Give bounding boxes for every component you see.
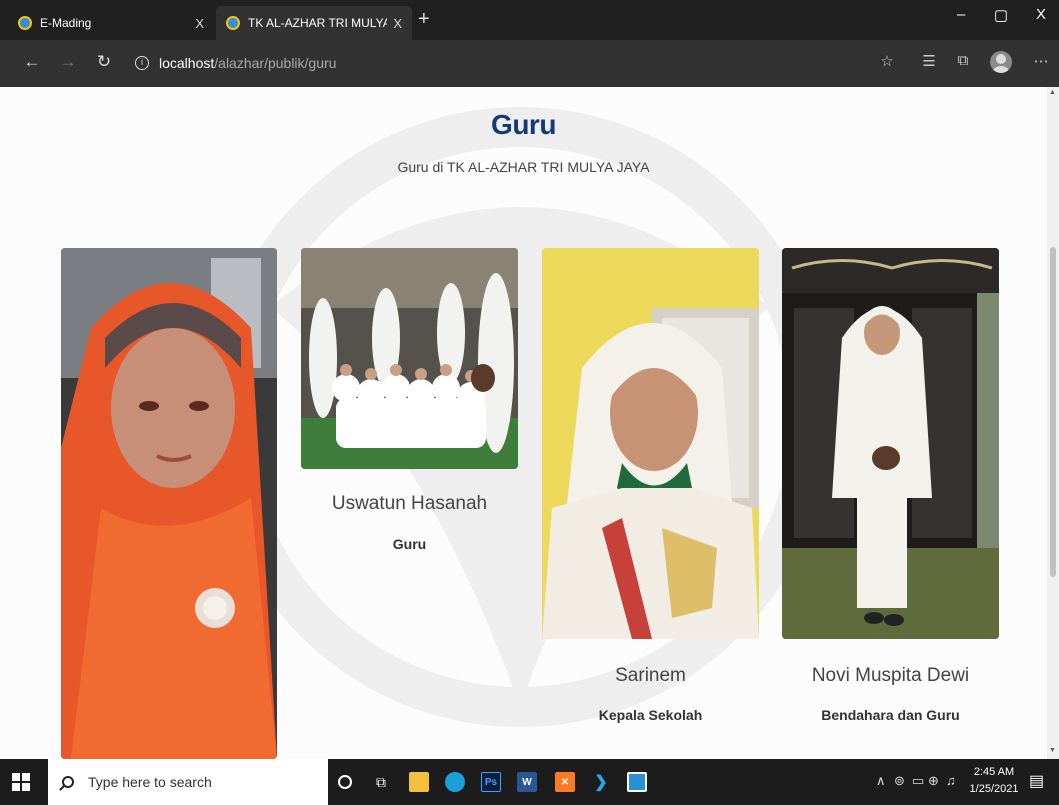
- page-scrollbar[interactable]: ▲ ▼: [1047, 87, 1059, 759]
- favorites-list-icon[interactable]: ☰: [918, 52, 940, 70]
- xampp-icon[interactable]: ✕: [550, 767, 580, 797]
- close-window-icon[interactable]: X: [1026, 6, 1056, 23]
- tray-language-icon[interactable]: ⊕: [928, 773, 939, 789]
- address-bar[interactable]: i localhost/alazhar/publik/guru: [125, 48, 895, 78]
- tray-battery-icon[interactable]: ▭: [912, 773, 924, 789]
- image-viewer-icon[interactable]: [622, 767, 652, 797]
- woman-white-hijab-kaaba-replica: [782, 248, 999, 639]
- tab-title: TK AL-AZHAR TRI MULYA JAYA: [248, 16, 388, 30]
- teacher-role: Kepala Sekolah: [598, 707, 703, 723]
- taskbar-clock[interactable]: 2:45 AM 1/25/2021: [964, 764, 1024, 798]
- refresh-icon[interactable]: ↻: [92, 52, 116, 72]
- page-title: Guru: [491, 109, 556, 140]
- teacher-name: Uswatun Hasanah: [331, 493, 488, 514]
- scroll-up-icon[interactable]: ▲: [1049, 89, 1056, 96]
- vscode-icon[interactable]: ❯: [586, 767, 616, 797]
- info-icon[interactable]: i: [135, 56, 149, 70]
- woman-orange-hijab-photo: [61, 248, 277, 759]
- school-logo-icon: [18, 16, 32, 30]
- clock-date: 1/25/2021: [969, 783, 1019, 795]
- scrollbar-thumb[interactable]: [1050, 247, 1056, 577]
- teacher-photo[interactable]: [61, 248, 277, 759]
- tab-tk-al-azhar[interactable]: TK AL-AZHAR TRI MULYA JAYA X: [216, 6, 412, 40]
- maximize-icon[interactable]: ▢: [986, 6, 1016, 24]
- tab-close-icon[interactable]: X: [195, 16, 204, 31]
- forward-icon[interactable]: →: [56, 52, 80, 72]
- tray-chevron-icon[interactable]: ∧: [876, 773, 886, 789]
- cortana-icon[interactable]: [330, 767, 360, 797]
- group-photo-children-white-robes: [301, 248, 518, 469]
- collections-icon[interactable]: ⧉: [952, 52, 974, 69]
- windows-start-icon[interactable]: [12, 773, 30, 791]
- tray-volume-icon[interactable]: ♫: [946, 773, 956, 788]
- school-logo-icon: [226, 16, 240, 30]
- browser-toolbar: ← → ↻ i localhost/alazhar/publik/guru ☆ …: [0, 40, 1059, 87]
- tray-network-icon[interactable]: ⊚: [894, 773, 905, 789]
- page-subtitle: Guru di TK AL-AZHAR TRI MULYA JAYA: [397, 159, 650, 175]
- page-viewport: Guru Guru di TK AL-AZHAR TRI MULYA JAYA: [0, 87, 1047, 759]
- favorite-star-icon[interactable]: ☆: [876, 52, 898, 70]
- more-icon[interactable]: ⋯: [1030, 52, 1052, 70]
- tab-title: E-Mading: [40, 16, 92, 30]
- tab-close-icon[interactable]: X: [393, 16, 402, 31]
- woman-white-hijab-selfie: [542, 248, 759, 639]
- search-icon: [62, 776, 74, 788]
- minimize-icon[interactable]: –: [946, 6, 976, 23]
- teacher-role: Guru: [392, 536, 427, 552]
- teacher-name: Sarinem: [615, 665, 686, 686]
- scroll-down-icon[interactable]: ▼: [1049, 747, 1056, 754]
- search-placeholder: Type here to search: [88, 774, 212, 790]
- file-explorer-icon[interactable]: [404, 767, 434, 797]
- clock-time: 2:45 AM: [973, 766, 1015, 778]
- new-tab-icon[interactable]: +: [418, 8, 430, 31]
- windows-taskbar: Type here to search ⧉ Ps W ✕ ❯ ∧ ⊚ ▭ ⊕ ♫…: [0, 759, 1059, 805]
- teacher-role: Bendahara dan Guru: [821, 707, 960, 723]
- teacher-name: Novi Muspita Dewi: [811, 665, 970, 686]
- teacher-photo[interactable]: [301, 248, 518, 469]
- taskbar-search-input[interactable]: Type here to search: [48, 759, 328, 805]
- notification-icon[interactable]: ▤: [1029, 771, 1044, 791]
- profile-icon[interactable]: [990, 51, 1012, 73]
- browser-tab-bar: E-Mading X TK AL-AZHAR TRI MULYA JAYA X …: [0, 0, 1059, 40]
- photoshop-icon[interactable]: Ps: [476, 767, 506, 797]
- task-view-icon[interactable]: ⧉: [366, 767, 396, 797]
- teacher-photo[interactable]: [542, 248, 759, 639]
- tab-e-mading[interactable]: E-Mading X: [8, 6, 214, 40]
- url-path: /alazhar/publik/guru: [214, 55, 337, 71]
- url-host: localhost: [159, 55, 215, 71]
- teacher-photo[interactable]: [782, 248, 999, 639]
- back-icon[interactable]: ←: [20, 52, 44, 72]
- word-icon[interactable]: W: [512, 767, 542, 797]
- edge-icon[interactable]: [440, 767, 470, 797]
